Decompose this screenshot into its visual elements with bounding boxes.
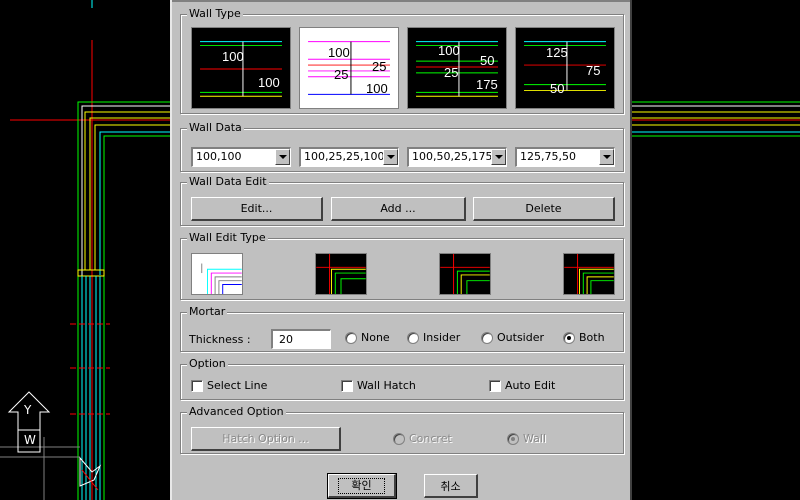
wall-hatch-checkbox[interactable] — [341, 380, 353, 392]
wall-type-preview-2[interactable]: 100 25 25 100 — [299, 27, 399, 109]
wall-edit-type-2-graphic — [316, 254, 366, 294]
wall-edit-type-title: Wall Edit Type — [187, 231, 268, 245]
wall-edit-type-4-graphic — [564, 254, 614, 294]
wall-type-preview-3[interactable]: 100 50 25 175 — [407, 27, 507, 109]
wall-label[interactable]: Wall — [523, 432, 546, 446]
mortar-insider-label[interactable]: Insider — [423, 331, 460, 345]
thickness-input[interactable]: 20 — [271, 329, 331, 349]
concret-radio[interactable] — [393, 433, 405, 445]
wall-type-preview-2-label-1: 100 — [328, 45, 350, 60]
wall-edit-type-1-graphic — [201, 263, 242, 294]
wall-edit-type-group: Wall Edit Type — [180, 231, 624, 300]
wall-edit-type-3-graphic — [440, 254, 490, 294]
advanced-option-group: Advanced Option Hatch Option ... Concret… — [180, 405, 624, 454]
wall-data-combo-3[interactable]: 100,50,25,175 — [407, 147, 507, 167]
wall-type-preview-4[interactable]: 125 75 50 — [515, 27, 615, 109]
delete-button[interactable]: Delete — [473, 197, 615, 221]
wall-data-combo-4[interactable]: 125,75,50 — [515, 147, 615, 167]
mortar-group: Mortar Thickness : 20 None Insider Outsi… — [180, 305, 624, 352]
wall-type-preview-2-label-4: 100 — [366, 81, 388, 96]
chevron-down-icon[interactable] — [599, 149, 614, 165]
chevron-down-icon[interactable] — [275, 149, 290, 165]
wall-type-preview-3-label-4: 175 — [476, 77, 498, 92]
wall-data-combo-2-value: 100,25,25,100 — [304, 150, 385, 163]
wall-type-preview-2-label-3: 25 — [372, 59, 387, 74]
dialog-top-edge — [172, 0, 630, 2]
cad-wall-drawing-right — [632, 101, 800, 137]
wall-type-preview-4-label-2: 75 — [586, 63, 601, 78]
cad-drawing-area-right[interactable] — [632, 0, 800, 500]
mortar-both-radio[interactable] — [563, 332, 575, 344]
wall-data-edit-title: Wall Data Edit — [187, 175, 269, 189]
select-line-label[interactable]: Select Line — [207, 379, 267, 393]
wall-type-preview-3-label-1: 100 — [438, 43, 460, 58]
wall-data-combo-1[interactable]: 100,100 — [191, 147, 291, 167]
option-group: Option Select Line Wall Hatch Auto Edit — [180, 357, 624, 400]
concret-label[interactable]: Concret — [409, 432, 452, 446]
wall-data-combo-2[interactable]: 100,25,25,100 — [299, 147, 399, 167]
select-line-checkbox[interactable] — [191, 380, 203, 392]
auto-edit-checkbox[interactable] — [489, 380, 501, 392]
wall-type-preview-4-label-1: 125 — [546, 45, 568, 60]
mortar-insider-radio[interactable] — [407, 332, 419, 344]
wall-data-combo-4-value: 125,75,50 — [520, 150, 576, 163]
option-title: Option — [187, 357, 228, 371]
mortar-title: Mortar — [187, 305, 228, 319]
mortar-both-label[interactable]: Both — [579, 331, 605, 345]
wall-type-preview-4-label-3: 50 — [550, 81, 565, 96]
auto-edit-label[interactable]: Auto Edit — [505, 379, 555, 393]
ok-button-label: 확인 — [338, 477, 385, 494]
wall-data-edit-group: Wall Data Edit Edit... Add ... Delete — [180, 175, 624, 226]
add-button[interactable]: Add ... — [331, 197, 466, 221]
wall-type-group: Wall Type 100 100 100 25 25 100 100 50 2… — [180, 7, 624, 114]
wall-type-preview-3-label-3: 25 — [444, 65, 459, 80]
mortar-outsider-radio[interactable] — [481, 332, 493, 344]
wall-type-preview-1[interactable]: 100 100 — [191, 27, 291, 109]
wall-edit-type-option-2[interactable] — [315, 253, 367, 295]
thickness-label: Thickness : — [189, 333, 251, 346]
edit-button[interactable]: Edit... — [191, 197, 323, 221]
wall-edit-type-option-3[interactable] — [439, 253, 491, 295]
wall-data-title: Wall Data — [187, 121, 244, 135]
hatch-option-button[interactable]: Hatch Option ... — [191, 427, 341, 451]
ucs-w-label: W — [24, 433, 36, 447]
ok-button[interactable]: 확인 — [327, 473, 397, 499]
wall-type-preview-1-label-2: 100 — [258, 75, 280, 90]
wall-type-preview-3-label-2: 50 — [480, 53, 495, 68]
mortar-none-label[interactable]: None — [361, 331, 390, 345]
wall-data-combo-1-value: 100,100 — [196, 150, 242, 163]
wall-type-preview-2-label-2: 25 — [334, 67, 349, 82]
wall-radio[interactable] — [507, 433, 519, 445]
wall-data-group: Wall Data 100,100 100,25,25,100 100,50,2… — [180, 121, 624, 172]
mortar-outsider-label[interactable]: Outsider — [497, 331, 544, 345]
cad-wall-drawing-left — [0, 0, 170, 500]
wall-hatch-label[interactable]: Wall Hatch — [357, 379, 416, 393]
wall-edit-type-option-1[interactable] — [191, 253, 243, 295]
wall-data-combo-3-value: 100,50,25,175 — [412, 150, 493, 163]
wall-type-preview-1-label-1: 100 — [222, 49, 244, 64]
advanced-option-title: Advanced Option — [187, 405, 286, 419]
cancel-button[interactable]: 취소 — [424, 474, 478, 498]
mortar-none-radio[interactable] — [345, 332, 357, 344]
chevron-down-icon[interactable] — [383, 149, 398, 165]
chevron-down-icon[interactable] — [491, 149, 506, 165]
ucs-y-label: Y — [24, 403, 32, 417]
wall-type-title: Wall Type — [187, 7, 243, 21]
wall-settings-dialog: Wall Type 100 100 100 25 25 100 100 50 2… — [170, 0, 632, 500]
wall-edit-type-option-4[interactable] — [563, 253, 615, 295]
wall-type-preview-1-graphic — [200, 41, 282, 97]
cad-drawing-area-left[interactable]: Y W — [0, 0, 170, 500]
